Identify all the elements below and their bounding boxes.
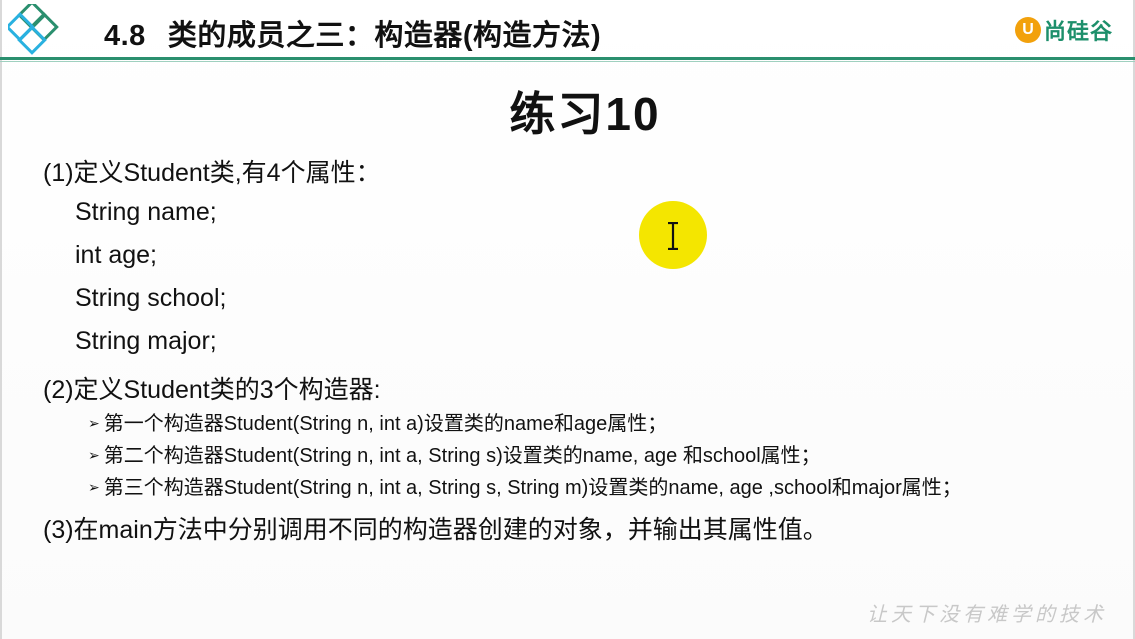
bullet-text: 第一个构造器Student(String n, int a)设置类的name和a… xyxy=(103,413,668,435)
field-name: String name; xyxy=(75,198,217,226)
bullet-arrow-icon: ➢ xyxy=(88,415,100,431)
text-cursor-icon xyxy=(668,222,678,250)
slide-header: 4.8 类的成员之三：构造器(构造方法) U 尚硅谷 xyxy=(0,0,1135,62)
field-major: String major; xyxy=(75,327,217,355)
brand-mark-icon: U xyxy=(1014,17,1041,43)
brand-name: 尚硅谷 xyxy=(1043,19,1113,44)
bullet-arrow-icon: ➢ xyxy=(88,447,100,463)
exercise-item-1: (1)定义Student类,有4个属性： xyxy=(43,159,381,187)
exercise-item-3: (3)在main方法中分别调用不同的构造器创建的对象，并输出其属性值。 xyxy=(43,516,828,544)
brand-logo: U 尚硅谷 xyxy=(1014,13,1113,47)
bullet-text: 第二个构造器Student(String n, int a, String s)… xyxy=(103,445,821,467)
field-school: String school; xyxy=(75,284,227,312)
header-divider-light xyxy=(0,61,1135,62)
section-number: 4.8 xyxy=(104,20,146,52)
section-title-text: 类的成员之三：构造器(构造方法) xyxy=(167,20,602,52)
constructor-bullet-3: ➢ 第三个构造器Student(String n, int a, String s… xyxy=(88,471,962,500)
exercise-item-2: (2)定义Student类的3个构造器: xyxy=(43,376,381,404)
field-age: int age; xyxy=(75,241,158,269)
bullet-arrow-icon: ➢ xyxy=(88,479,100,495)
constructor-bullet-2: ➢ 第二个构造器Student(String n, int a, String s… xyxy=(88,439,821,468)
diamond-logo-icon xyxy=(8,4,59,55)
bullet-text: 第三个构造器Student(String n, int a, String s,… xyxy=(103,477,962,499)
constructor-bullet-1: ➢ 第一个构造器Student(String n, int a)设置类的name和… xyxy=(88,407,667,436)
footer-watermark: 让天下没有难学的技术 xyxy=(867,602,1107,626)
header-divider xyxy=(0,57,1135,60)
slide-title: 练习10 xyxy=(509,88,661,140)
section-title: 4.8 类的成员之三：构造器(构造方法) xyxy=(104,12,601,54)
